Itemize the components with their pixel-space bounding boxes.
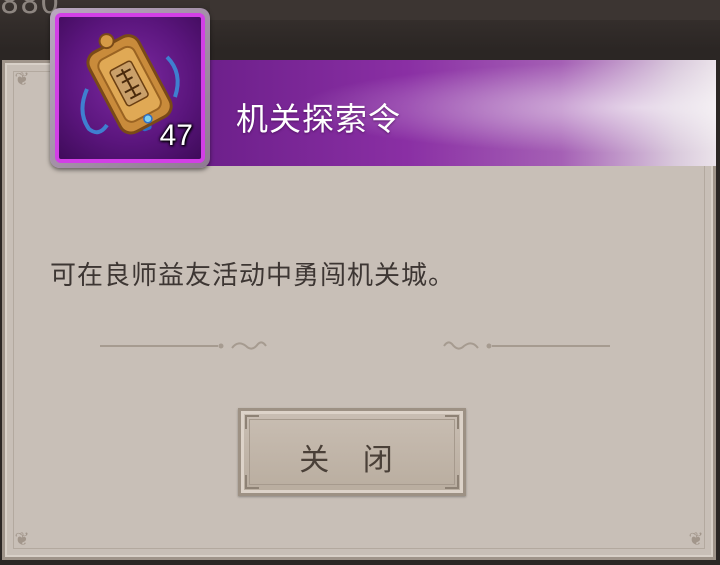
corner-ornament-icon: ❦ bbox=[14, 69, 30, 90]
item-icon-slot: 47 bbox=[55, 13, 205, 163]
item-count: 47 bbox=[159, 119, 193, 152]
ornamental-divider bbox=[100, 341, 610, 350]
background-bar bbox=[210, 0, 720, 20]
button-corner-ornament bbox=[445, 415, 459, 429]
close-button[interactable]: 关 闭 bbox=[238, 408, 466, 496]
game-screen: 880 ❦ ❦ ❦ ❦ 机关探索令 47 bbox=[0, 0, 720, 565]
close-button-label: 关 闭 bbox=[299, 443, 405, 478]
corner-ornament-icon: ❦ bbox=[688, 529, 704, 550]
item-icon-frame: 47 bbox=[50, 8, 210, 168]
item-description: 可在良师益友活动中勇闯机关城。 bbox=[50, 261, 456, 291]
corner-ornament-icon: ❦ bbox=[14, 529, 30, 550]
item-name: 机关探索令 bbox=[236, 100, 402, 138]
button-corner-ornament bbox=[245, 415, 259, 429]
